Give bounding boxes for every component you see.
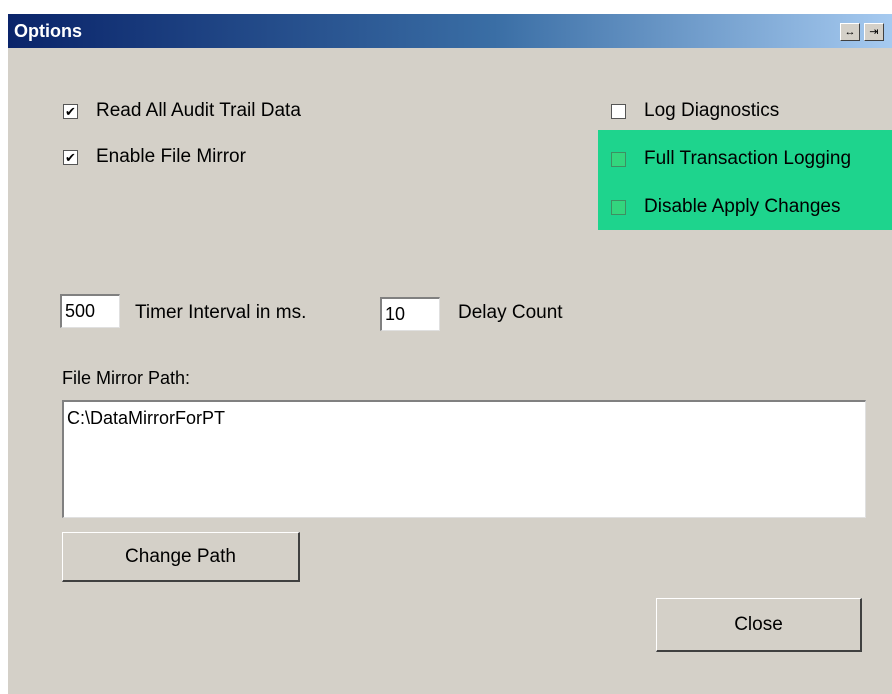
- close-button[interactable]: Close: [656, 598, 862, 652]
- file-mirror-path-textarea[interactable]: C:\DataMirrorForPT: [62, 400, 866, 518]
- log-diagnostics-label: Log Diagnostics: [644, 100, 780, 121]
- delay-count-input[interactable]: 10: [380, 297, 440, 331]
- read-all-audit-option[interactable]: ✔ Read All Audit Trail Data: [63, 100, 301, 122]
- read-all-audit-checkbox[interactable]: ✔: [63, 103, 78, 119]
- pin-icon[interactable]: ↔: [840, 23, 860, 41]
- log-diagnostics-checkbox[interactable]: [611, 103, 626, 119]
- title-bar[interactable]: Options ↔ ⇥: [8, 14, 892, 48]
- enable-file-mirror-option[interactable]: ✔ Enable File Mirror: [63, 146, 246, 168]
- enable-file-mirror-checkbox[interactable]: ✔: [63, 149, 78, 165]
- timer-interval-input[interactable]: 500: [60, 294, 120, 328]
- full-transaction-logging-option[interactable]: Full Transaction Logging: [611, 148, 851, 170]
- read-all-audit-label: Read All Audit Trail Data: [96, 100, 301, 121]
- disable-apply-changes-option[interactable]: Disable Apply Changes: [611, 196, 840, 218]
- options-window: Options ↔ ⇥ ✔ Read All Audit Trail Data …: [8, 14, 892, 694]
- enable-file-mirror-label: Enable File Mirror: [96, 146, 246, 167]
- delay-count-label: Delay Count: [458, 302, 563, 323]
- float-icon[interactable]: ⇥: [864, 23, 884, 41]
- full-transaction-logging-label: Full Transaction Logging: [644, 148, 852, 169]
- timer-interval-label: Timer Interval in ms.: [135, 302, 307, 323]
- window-title: Options: [14, 21, 82, 41]
- disable-apply-changes-label: Disable Apply Changes: [644, 196, 841, 217]
- log-diagnostics-option[interactable]: Log Diagnostics: [611, 100, 779, 122]
- full-transaction-logging-checkbox[interactable]: [611, 151, 626, 167]
- disable-apply-changes-checkbox[interactable]: [611, 199, 626, 215]
- change-path-button[interactable]: Change Path: [62, 532, 300, 582]
- file-mirror-path-label: File Mirror Path:: [62, 368, 191, 388]
